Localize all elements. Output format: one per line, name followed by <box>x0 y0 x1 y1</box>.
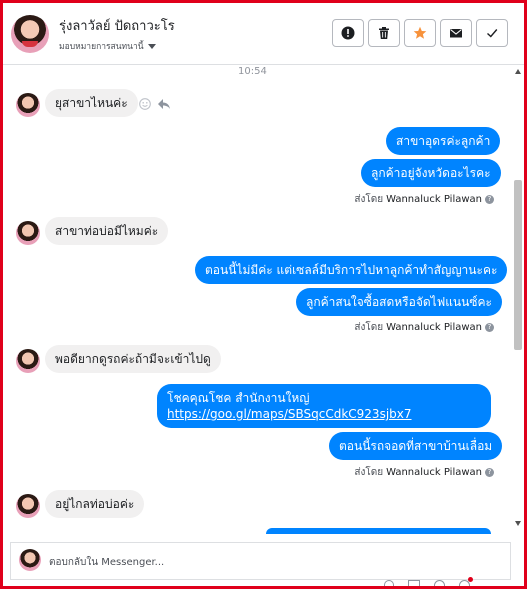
trash-icon <box>379 27 389 39</box>
conversation-header: รุ่งลาวัลย์ ปัดถาวะโร มอบหมายการสนทนานี้ <box>3 3 524 65</box>
gif-icon[interactable] <box>459 577 473 586</box>
mark-unread-button[interactable] <box>440 19 472 47</box>
assign-conversation-dropdown[interactable]: มอบหมายการสนทนานี้ <box>59 39 156 53</box>
sent-by-prefix: ส่งโดย <box>354 194 384 205</box>
incoming-message[interactable]: พอดียากดูรถค่ะถ้ามีจะเข้าไปดู <box>45 345 221 373</box>
sender-avatar <box>16 93 40 117</box>
reply-icon[interactable] <box>157 98 171 110</box>
sender-avatar <box>16 221 40 245</box>
message-text: โชคคุณโชค สำนักงานใหญ่ <box>167 391 310 405</box>
sent-by-label: ส่งโดย Wannaluck Pilawan ? <box>354 465 494 480</box>
sent-by-name[interactable]: Wannaluck Pilawan <box>386 322 482 333</box>
incoming-message[interactable]: ยุสาขาไหนค่ะ <box>45 89 138 117</box>
incoming-message[interactable]: สาขาท่อบ่อมีไหมค่ะ <box>45 217 169 245</box>
sent-by-name[interactable]: Wannaluck Pilawan <box>386 194 482 205</box>
header-actions <box>332 19 508 47</box>
page-avatar <box>19 549 41 571</box>
mark-done-button[interactable] <box>476 19 508 47</box>
emoji-icon[interactable] <box>434 580 445 586</box>
incoming-message[interactable]: อยู่ไกลท่อบ่อค่ะ <box>45 490 145 518</box>
sender-avatar <box>16 349 40 373</box>
star-button[interactable] <box>404 19 436 47</box>
mail-icon <box>450 29 462 38</box>
composer-toolbar <box>384 577 473 586</box>
sender-avatar <box>16 494 40 518</box>
reply-composer <box>10 542 511 580</box>
scroll-up-arrow-icon[interactable] <box>515 69 521 74</box>
notification-dot <box>468 577 473 582</box>
scrollbar-thumb[interactable] <box>514 180 522 350</box>
help-icon[interactable]: ? <box>485 323 494 332</box>
contact-avatar[interactable] <box>11 15 49 53</box>
sent-by-label: ส่งโดย Wannaluck Pilawan ? <box>354 192 494 207</box>
message-timestamp: 10:54 <box>238 66 267 77</box>
chevron-down-icon <box>147 43 156 49</box>
outgoing-message-with-link[interactable]: โชคคุณโชค สำนักงานใหญ่ https://goo.gl/ma… <box>157 384 491 428</box>
outgoing-message-partial[interactable] <box>266 528 491 534</box>
check-icon <box>487 29 498 38</box>
sent-by-name[interactable]: Wannaluck Pilawan <box>386 467 482 478</box>
mark-spam-button[interactable] <box>332 19 364 47</box>
outgoing-message[interactable]: ลูกค้าอยู่จังหวัดอะไรคะ <box>361 159 501 187</box>
message-actions <box>139 98 171 110</box>
attachment-icon[interactable] <box>384 580 394 586</box>
reply-input[interactable] <box>47 552 351 572</box>
sent-by-label: ส่งโดย Wannaluck Pilawan ? <box>354 320 494 335</box>
help-icon[interactable]: ? <box>485 468 494 477</box>
outgoing-message[interactable]: ตอนนี้ไม่มีค่ะ แต่เซลล์มีบริการไปหาลูกค้… <box>195 256 508 284</box>
alert-icon <box>341 26 355 40</box>
contact-name[interactable]: รุ่งลาวัลย์ ปัดถาวะโร <box>59 15 175 36</box>
maps-link[interactable]: https://goo.gl/maps/SBSqcCdkC923sjbx7 <box>167 407 412 421</box>
scroll-down-arrow-icon[interactable] <box>515 521 521 526</box>
help-icon[interactable]: ? <box>485 195 494 204</box>
assign-label: มอบหมายการสนทนานี้ <box>59 42 144 52</box>
outgoing-message[interactable]: ลูกค้าสนใจซื้อสดหรือจัดไฟแนนซ์คะ <box>296 288 502 316</box>
emoji-react-icon[interactable] <box>139 98 151 110</box>
outgoing-message[interactable]: สาขาอุดรค่ะลูกค้า <box>386 127 501 155</box>
outgoing-message[interactable]: ตอนนี้รถจอดที่สาขาบ้านเลื่อม <box>329 432 503 460</box>
star-icon <box>413 26 427 39</box>
sent-by-prefix: ส่งโดย <box>354 467 384 478</box>
delete-button[interactable] <box>368 19 400 47</box>
image-icon[interactable] <box>408 580 420 586</box>
sent-by-prefix: ส่งโดย <box>354 322 384 333</box>
